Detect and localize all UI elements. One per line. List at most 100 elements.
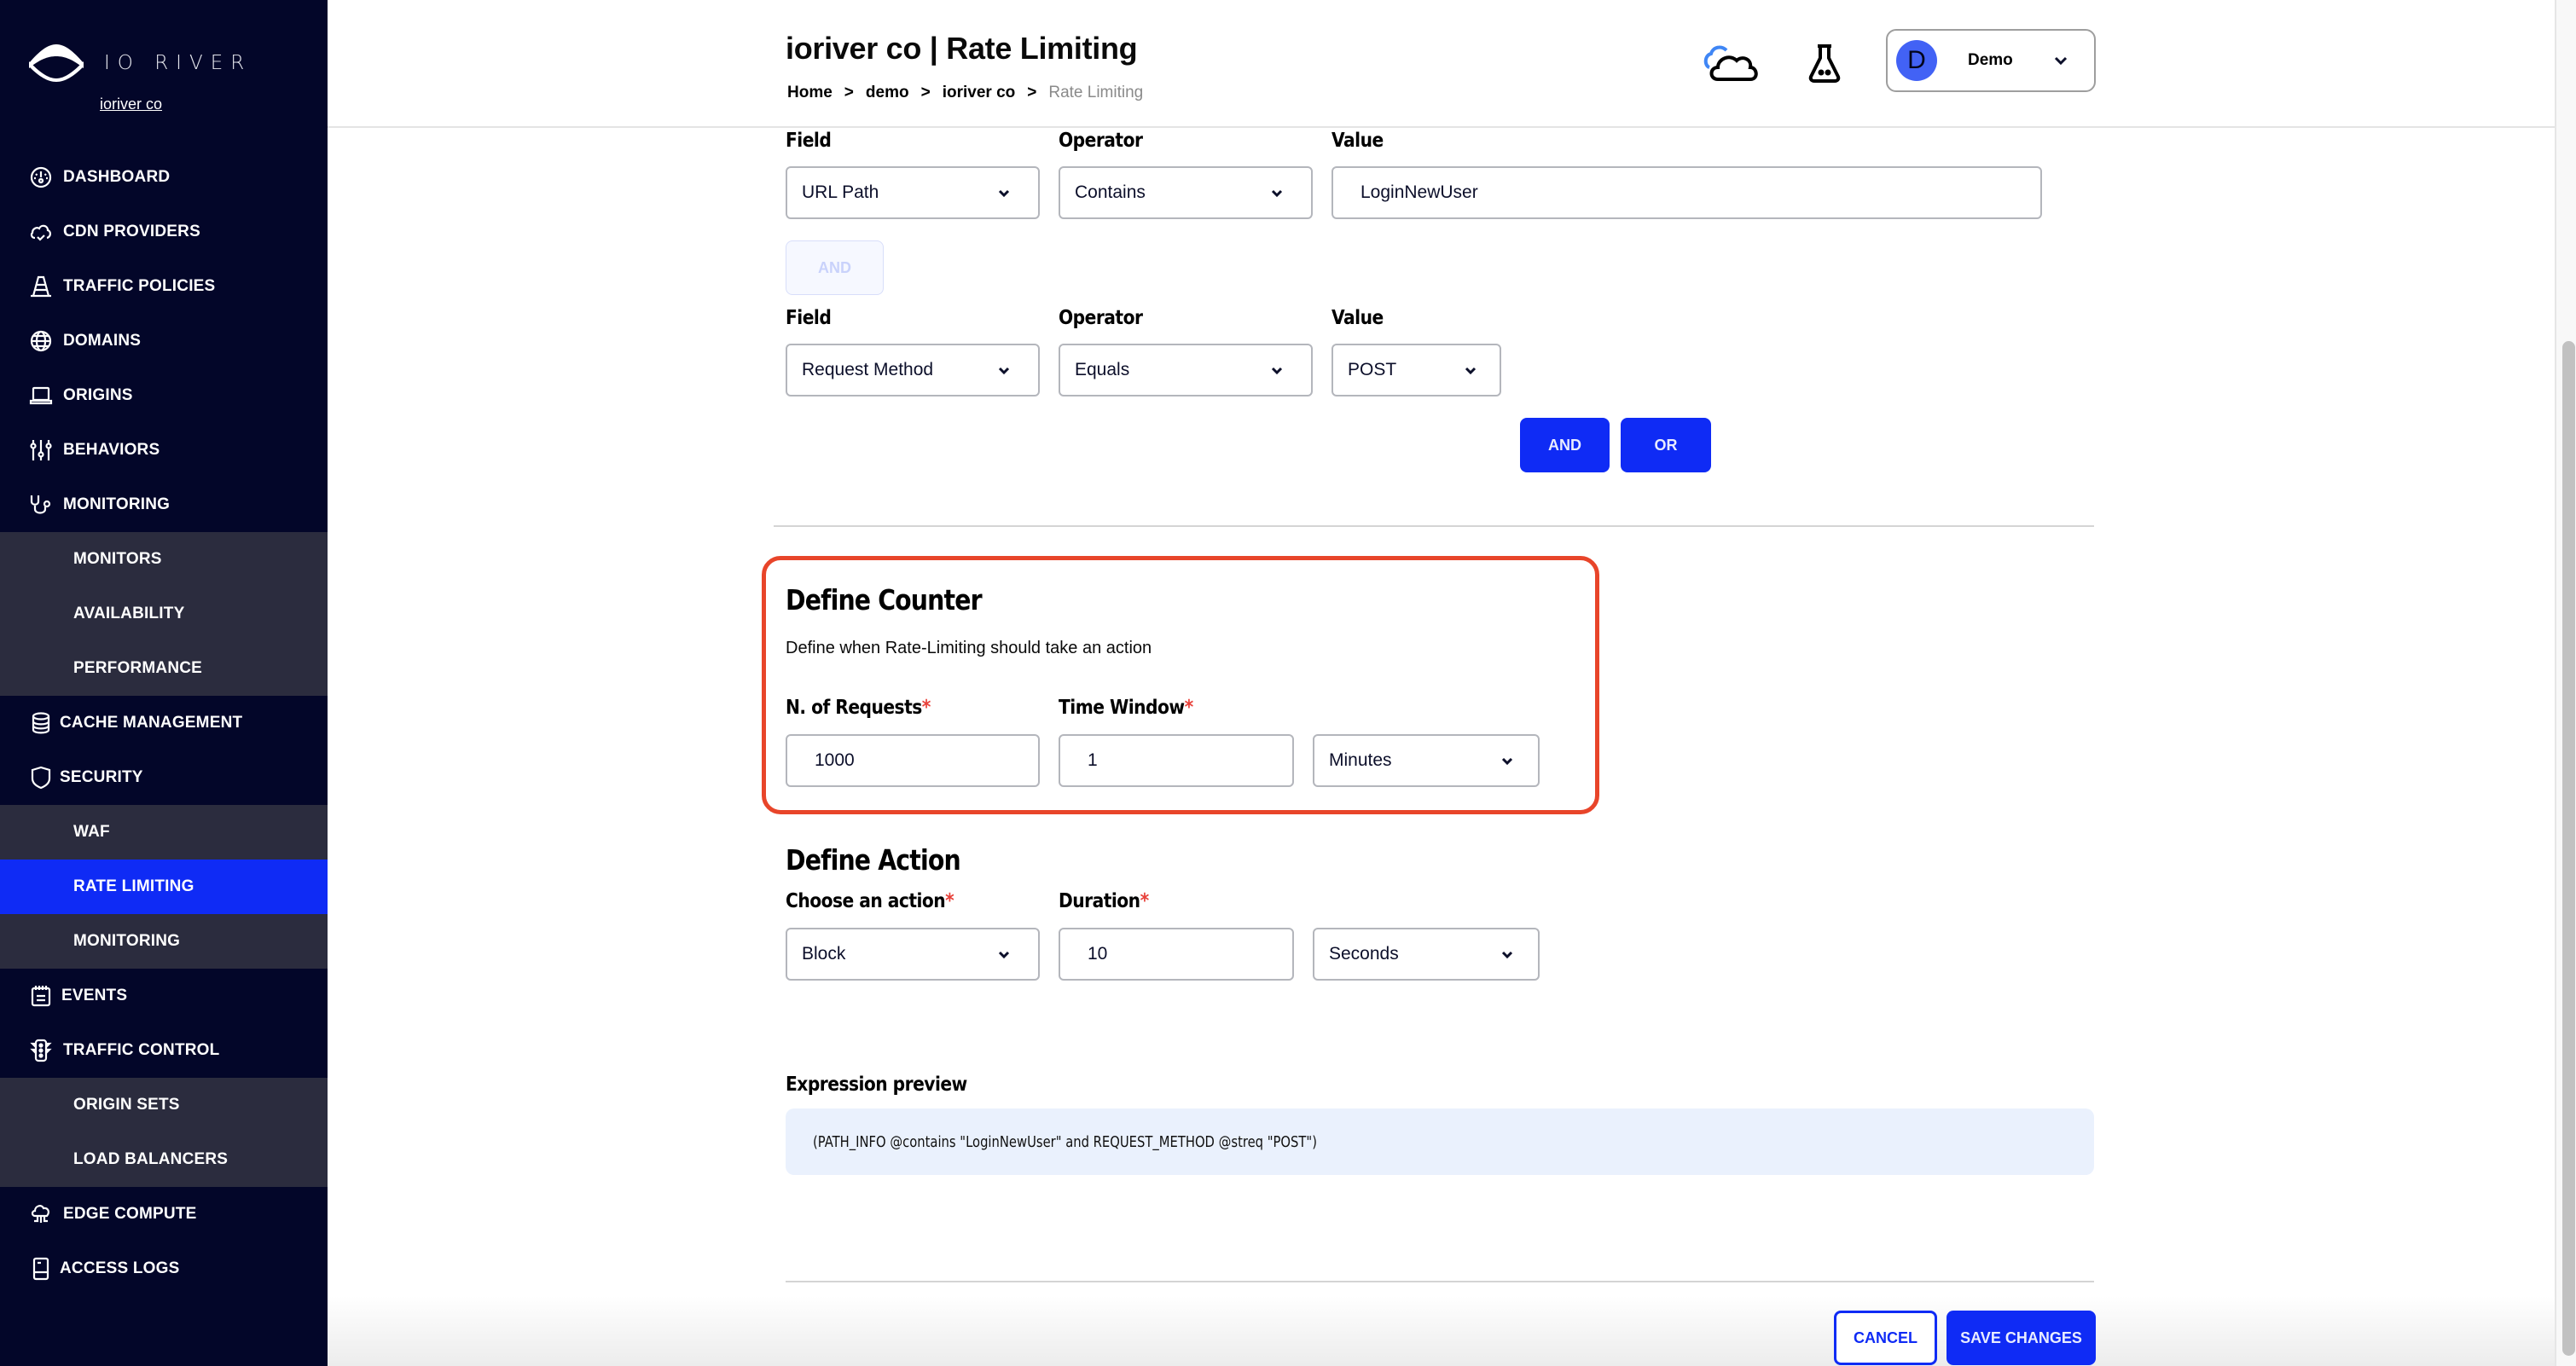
add-and-condition-button[interactable]: AND <box>1520 418 1610 472</box>
sidebar-subitem-security-monitoring[interactable]: MONITORING <box>0 914 328 969</box>
sidebar-item-behaviors[interactable]: BEHAVIORS <box>0 423 328 478</box>
sidebar-item-security[interactable]: SECURITY <box>0 750 328 805</box>
scrollbar-thumb[interactable] <box>2562 341 2575 1356</box>
field-label: Field <box>786 307 832 329</box>
time-window-input[interactable]: 1 <box>1059 734 1294 787</box>
time-window-unit-select[interactable]: Minutes <box>1313 734 1540 787</box>
lab-button[interactable] <box>1795 39 1854 87</box>
sidebar-item-label: DOMAINS <box>63 332 142 350</box>
cloud-compute-icon <box>29 1202 53 1226</box>
counter-title: Define Counter <box>786 583 983 616</box>
required-mark: * <box>1184 697 1194 719</box>
sidebar-item-label: TRAFFIC POLICIES <box>63 277 216 295</box>
requests-input[interactable]: 1000 <box>786 734 1040 787</box>
operator-label: Operator <box>1059 307 1143 329</box>
sidebar-item-label: TRAFFIC CONTROL <box>63 1041 220 1059</box>
sidebar-subitem-waf[interactable]: WAF <box>0 805 328 860</box>
sidebar-subitem-origin-sets[interactable]: ORIGIN SETS <box>0 1078 328 1132</box>
sidebar-item-label: DASHBOARD <box>63 168 171 186</box>
sidebar-nav: DASHBOARD CDN PROVIDERS TRAFFIC POLICIES… <box>0 150 328 1296</box>
sidebar-item-traffic-policies[interactable]: TRAFFIC POLICIES <box>0 259 328 314</box>
sidebar-item-label: MONITORING <box>73 932 181 950</box>
expression-label: Expression preview <box>786 1074 967 1096</box>
sidebar-subitem-availability[interactable]: AVAILABILITY <box>0 587 328 641</box>
sidebar-item-events[interactable]: EVENTS <box>0 969 328 1023</box>
sidebar-subitem-monitors[interactable]: MONITORS <box>0 532 328 587</box>
condition-2-value-select[interactable]: POST <box>1332 344 1501 396</box>
breadcrumb-separator: > <box>844 84 854 101</box>
input-value: 1 <box>1088 750 1098 770</box>
sidebar-item-label: CDN PROVIDERS <box>63 223 200 240</box>
time-window-label: Time Window* <box>1059 697 1193 719</box>
sidebar-item-label: MONITORS <box>73 550 162 568</box>
page-scrollbar[interactable] <box>2555 0 2576 1366</box>
page-title: ioriver co | Rate Limiting <box>786 31 1138 66</box>
sidebar-subitem-rate-limiting[interactable]: RATE LIMITING <box>0 860 328 914</box>
sidebar-item-cache-management[interactable]: CACHE MANAGEMENT <box>0 696 328 750</box>
breadcrumb-home[interactable]: Home <box>787 84 833 102</box>
cloud-status-button[interactable] <box>1703 39 1762 87</box>
sidebar-item-monitoring[interactable]: MONITORING <box>0 478 328 532</box>
shield-icon <box>29 766 53 790</box>
breadcrumb: Home > demo > ioriver co > Rate Limiting <box>787 84 1143 102</box>
select-value: Block <box>802 944 846 964</box>
sidebar-item-edge-compute[interactable]: EDGE COMPUTE <box>0 1187 328 1242</box>
requests-label-text: N. of Requests <box>786 697 922 719</box>
sidebar-subitem-performance[interactable]: PERFORMANCE <box>0 641 328 696</box>
duration-label: Duration* <box>1059 890 1149 912</box>
condition-1-value-input[interactable]: LoginNewUser <box>1332 166 2042 219</box>
footer-divider <box>786 1281 2094 1282</box>
save-changes-button[interactable]: SAVE CHANGES <box>1947 1311 2096 1365</box>
breadcrumb-separator: > <box>1027 84 1037 101</box>
connector-and-button[interactable]: AND <box>786 240 884 295</box>
logs-icon <box>29 1257 53 1281</box>
io-river-logo-icon <box>29 44 84 82</box>
expression-preview: (PATH_INFO @contains "LoginNewUser" and … <box>786 1108 2094 1175</box>
condition-2-operator-select[interactable]: Equals <box>1059 344 1313 396</box>
breadcrumb-separator: > <box>920 84 931 101</box>
required-mark: * <box>921 697 931 719</box>
input-value: LoginNewUser <box>1361 182 1478 202</box>
sidebar-item-label: BEHAVIORS <box>63 441 160 459</box>
sidebar-item-label: RATE LIMITING <box>73 877 194 895</box>
select-value: POST <box>1348 360 1397 379</box>
add-or-condition-button[interactable]: OR <box>1621 418 1711 472</box>
condition-1-operator-select[interactable]: Contains <box>1059 166 1313 219</box>
sidebar-item-label: WAF <box>73 823 110 841</box>
breadcrumb-org[interactable]: ioriver co <box>943 84 1016 102</box>
select-value: Equals <box>1075 360 1130 379</box>
traffic-light-icon <box>29 1039 53 1062</box>
duration-input[interactable]: 10 <box>1059 928 1294 981</box>
laptop-icon <box>29 384 53 408</box>
condition-1-field-select[interactable]: URL Path <box>786 166 1040 219</box>
duration-unit-select[interactable]: Seconds <box>1313 928 1540 981</box>
sidebar-item-dashboard[interactable]: DASHBOARD <box>0 150 328 205</box>
sidebar-item-access-logs[interactable]: ACCESS LOGS <box>0 1242 328 1296</box>
input-value: 10 <box>1088 944 1108 964</box>
sidebar-item-cdn-providers[interactable]: CDN PROVIDERS <box>0 205 328 259</box>
sidebar-item-label: ORIGINS <box>63 386 133 404</box>
cancel-button[interactable]: CANCEL <box>1834 1311 1937 1365</box>
sidebar-subitem-load-balancers[interactable]: LOAD BALANCERS <box>0 1132 328 1187</box>
required-mark: * <box>1140 890 1150 912</box>
chevron-down-icon <box>998 189 1010 198</box>
select-value: URL Path <box>802 182 879 202</box>
brand-logo[interactable]: IO RIVER <box>27 43 252 84</box>
sidebar-item-origins[interactable]: ORIGINS <box>0 368 328 423</box>
sidebar-item-label: ACCESS LOGS <box>60 1259 180 1277</box>
sidebar-item-domains[interactable]: DOMAINS <box>0 314 328 368</box>
security-submenu: WAF RATE LIMITING MONITORING <box>0 805 328 969</box>
sidebar-item-label: EDGE COMPUTE <box>63 1205 197 1223</box>
org-link[interactable]: ioriver co <box>100 96 162 113</box>
operator-label: Operator <box>1059 130 1143 152</box>
select-value: Minutes <box>1329 750 1392 770</box>
page-header: ioriver co | Rate Limiting Home > demo >… <box>328 0 2555 128</box>
action-select[interactable]: Block <box>786 928 1040 981</box>
sidebar-item-label: CACHE MANAGEMENT <box>60 714 243 732</box>
user-menu[interactable]: D Demo <box>1886 29 2096 92</box>
expression-text: (PATH_INFO @contains "LoginNewUser" and … <box>813 1132 1317 1151</box>
condition-2-field-select[interactable]: Request Method <box>786 344 1040 396</box>
sidebar-item-traffic-control[interactable]: TRAFFIC CONTROL <box>0 1023 328 1078</box>
stethoscope-icon <box>29 493 53 517</box>
breadcrumb-demo[interactable]: demo <box>866 84 909 102</box>
